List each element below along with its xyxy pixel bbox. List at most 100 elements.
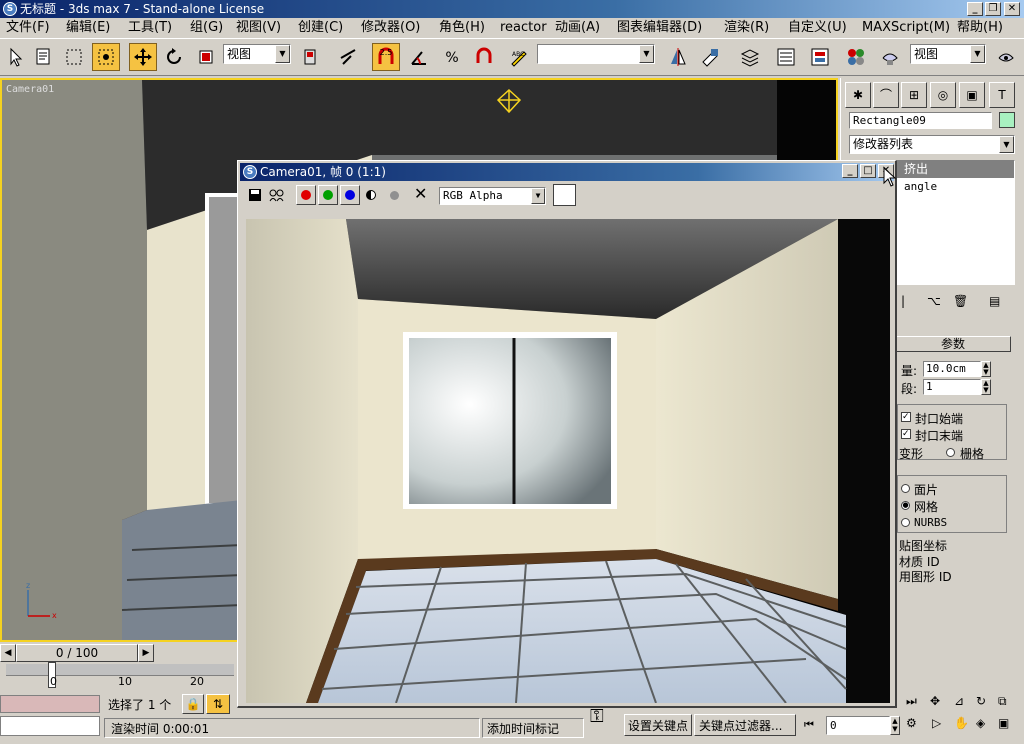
maximize-viewport-icon[interactable]: ▣: [998, 716, 1009, 730]
lock-selection-icon[interactable]: 🔒: [182, 694, 204, 714]
restore-button[interactable]: ❐: [985, 2, 1001, 16]
stack-item-rectangle[interactable]: angle: [904, 179, 937, 195]
rotate-icon[interactable]: [160, 43, 188, 71]
gen-mapping-label[interactable]: 贴图坐标: [899, 537, 947, 554]
min-max-toggle-icon[interactable]: ⧉: [998, 694, 1007, 709]
red-channel-toggle[interactable]: [296, 185, 316, 205]
percent-snap-icon[interactable]: %: [438, 43, 466, 71]
configure-sets-icon[interactable]: ▤: [989, 294, 1000, 308]
object-color-swatch[interactable]: [999, 112, 1015, 128]
maxscript-listener-pink[interactable]: [0, 695, 100, 713]
menu-modifiers[interactable]: 修改器(O): [361, 20, 420, 36]
save-bitmap-icon[interactable]: [248, 188, 262, 205]
menu-file[interactable]: 文件(F): [6, 20, 50, 36]
rect-selection-icon[interactable]: [60, 43, 88, 71]
edit-named-selection-icon[interactable]: ABC: [505, 43, 533, 71]
time-slider[interactable]: ◀ 0 / 100 ▶: [0, 644, 160, 662]
modify-tab-icon[interactable]: ⌒: [873, 82, 899, 108]
render-scene-icon[interactable]: [876, 43, 904, 71]
utilities-tab-icon[interactable]: T: [989, 82, 1015, 108]
use-shape-ids-label[interactable]: 用图形 ID: [899, 568, 952, 585]
track-bar[interactable]: 0 10 20: [0, 662, 237, 692]
menu-reactor[interactable]: reactor: [500, 20, 547, 36]
time-slider-thumb[interactable]: 0 / 100: [16, 644, 138, 662]
segments-spinner[interactable]: ▲ ▼: [981, 379, 991, 395]
add-time-tag-button[interactable]: 添加时间标记: [482, 718, 584, 738]
window-crossing-icon[interactable]: [92, 43, 120, 71]
menu-views[interactable]: 视图(V): [236, 20, 281, 36]
key-icon[interactable]: ⚿: [590, 706, 604, 727]
set-key-button[interactable]: 设置关键点: [624, 714, 692, 736]
pin-stack-icon[interactable]: |: [901, 294, 905, 308]
menu-graph-editors[interactable]: 图表编辑器(D): [617, 20, 702, 36]
hierarchy-tab-icon[interactable]: ⊞: [901, 82, 927, 108]
scale-icon[interactable]: [192, 43, 220, 71]
alpha-channel-icon[interactable]: [366, 190, 376, 200]
pivot-center-icon[interactable]: [296, 43, 324, 71]
schematic-view-icon[interactable]: [806, 43, 834, 71]
angle-snap-icon[interactable]: [405, 43, 433, 71]
menu-animation[interactable]: 动画(A): [555, 20, 600, 36]
render-type-dropdown[interactable]: 视图 ▼: [910, 44, 986, 64]
render-minimize-button[interactable]: _: [842, 164, 858, 178]
rendered-frame-window[interactable]: S Camera01, 帧 0 (1:1) _ □ ✕ ✕ RGB Alpha …: [237, 160, 897, 708]
segments-input[interactable]: 1: [923, 379, 981, 395]
modifier-list-dropdown[interactable]: 修改器列表 ▼: [849, 135, 1015, 154]
clone-window-icon[interactable]: [268, 188, 286, 205]
nurbs-radio[interactable]: [901, 518, 910, 527]
move-icon[interactable]: [129, 43, 157, 71]
field-of-view-icon[interactable]: ◈: [976, 716, 985, 730]
motion-tab-icon[interactable]: ◎: [930, 82, 956, 108]
make-unique-icon[interactable]: ⌥: [927, 294, 941, 308]
menu-group[interactable]: 组(G): [190, 20, 223, 36]
render-maximize-button[interactable]: □: [860, 164, 876, 178]
next-frame-icon[interactable]: ⏭: [906, 694, 917, 709]
amount-input[interactable]: 10.0cm: [923, 361, 981, 377]
menu-customize[interactable]: 自定义(U): [788, 20, 847, 36]
remove-modifier-icon[interactable]: 🗑: [953, 294, 968, 308]
layer-manager-icon[interactable]: [736, 43, 764, 71]
amount-spinner[interactable]: ▲ ▼: [981, 361, 991, 377]
absolute-mode-icon[interactable]: ⇅: [206, 694, 230, 714]
snap-toggle-icon[interactable]: 2.5: [372, 43, 400, 71]
parameters-rollout-header[interactable]: 参数: [895, 336, 1011, 352]
green-channel-toggle[interactable]: [318, 185, 338, 205]
current-frame-input[interactable]: 0: [826, 716, 890, 735]
curve-editor-icon[interactable]: [772, 43, 800, 71]
create-tab-icon[interactable]: ✱: [845, 82, 871, 108]
align-icon[interactable]: [696, 43, 724, 71]
key-filters-button[interactable]: 关键点过滤器...: [694, 714, 796, 736]
time-prev-icon[interactable]: ◀: [0, 644, 16, 662]
maxscript-listener-white[interactable]: [0, 716, 100, 736]
zoom-icon[interactable]: ✥: [930, 694, 940, 708]
close-button[interactable]: ✕: [1004, 2, 1020, 16]
color-swatch[interactable]: [553, 184, 576, 206]
dolly-icon[interactable]: ▷: [932, 716, 941, 730]
monochrome-icon[interactable]: [390, 191, 399, 200]
menu-edit[interactable]: 编辑(E): [66, 20, 110, 36]
pan-hand-icon[interactable]: ✋: [954, 716, 969, 730]
menu-help[interactable]: 帮助(H): [957, 20, 1003, 36]
select-by-name-icon[interactable]: [30, 43, 58, 71]
go-to-start-icon[interactable]: ⏮: [804, 718, 814, 732]
menu-tools[interactable]: 工具(T): [128, 20, 172, 36]
select-manipulate-icon[interactable]: [334, 43, 362, 71]
mirror-icon[interactable]: [664, 43, 692, 71]
clear-icon[interactable]: ✕: [414, 186, 427, 202]
frame-spinner[interactable]: ▲ ▼: [890, 716, 900, 735]
menu-character[interactable]: 角色(H): [439, 20, 485, 36]
morph-label[interactable]: 变形: [899, 445, 923, 462]
grid-radio[interactable]: [946, 448, 955, 457]
patch-radio[interactable]: [901, 484, 910, 493]
material-editor-icon[interactable]: [842, 43, 870, 71]
ref-coord-dropdown[interactable]: 视图 ▼: [223, 44, 291, 64]
time-next-icon[interactable]: ▶: [138, 644, 154, 662]
spinner-snap-icon[interactable]: [470, 43, 498, 71]
object-name-field[interactable]: Rectangle09: [849, 112, 992, 129]
channel-display-dropdown[interactable]: RGB Alpha ▼: [439, 187, 546, 205]
select-arrow-icon[interactable]: [2, 43, 30, 71]
quick-render-icon[interactable]: [992, 43, 1020, 71]
render-window-title-bar[interactable]: S Camera01, 帧 0 (1:1) _ □ ✕: [240, 163, 894, 181]
viewport-label[interactable]: Camera01: [6, 84, 54, 95]
blue-channel-toggle[interactable]: [340, 185, 360, 205]
